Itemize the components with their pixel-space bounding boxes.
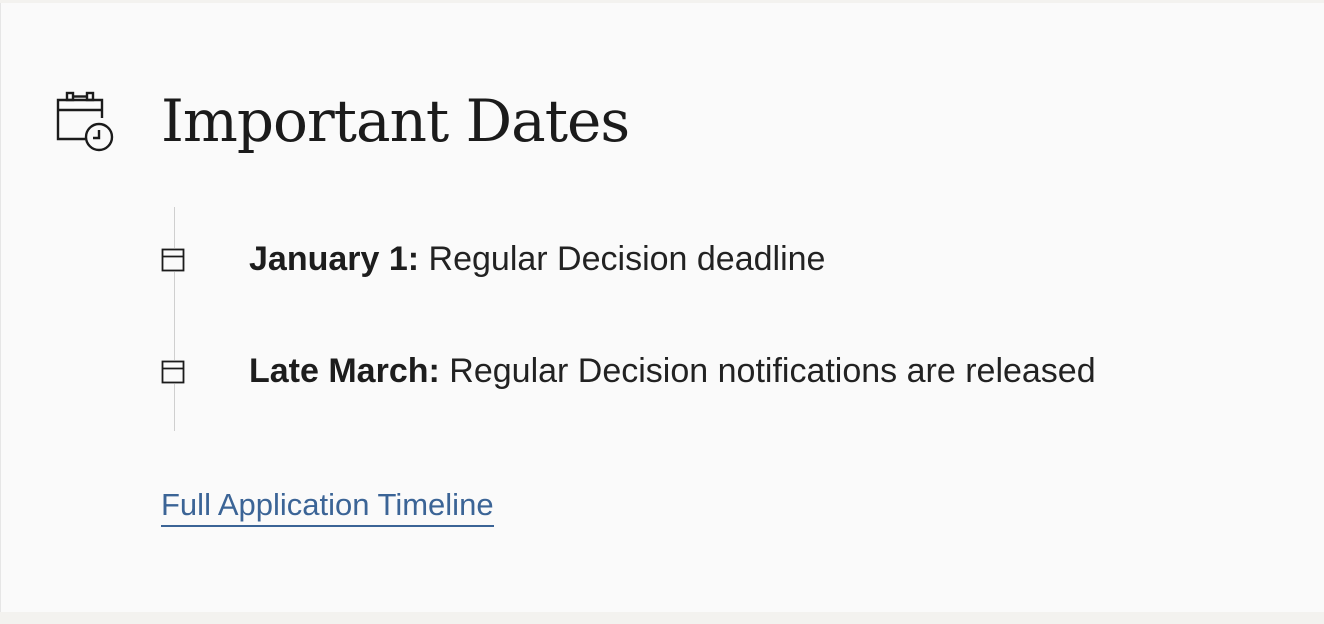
- date-entry-text: Late March: Regular Decision notificatio…: [249, 351, 1096, 391]
- full-application-timeline-link[interactable]: Full Application Timeline: [161, 487, 494, 527]
- date-label: Late March:: [249, 352, 440, 390]
- calendar-icon: [161, 360, 185, 384]
- timeline-item: January 1: Regular Decision deadline: [161, 239, 1261, 279]
- date-description: Regular Decision deadline: [428, 240, 826, 278]
- calendar-icon: [161, 248, 185, 272]
- date-description: Regular Decision notifications are relea…: [449, 352, 1096, 390]
- page-title: Important Dates: [161, 87, 630, 155]
- timeline-item: Late March: Regular Decision notificatio…: [161, 351, 1261, 391]
- date-label: January 1:: [249, 240, 420, 278]
- important-dates-section: Important Dates January 1: Regular Decis…: [0, 3, 1324, 612]
- calendar-clock-icon: [55, 89, 117, 155]
- date-entry-text: January 1: Regular Decision deadline: [249, 239, 825, 279]
